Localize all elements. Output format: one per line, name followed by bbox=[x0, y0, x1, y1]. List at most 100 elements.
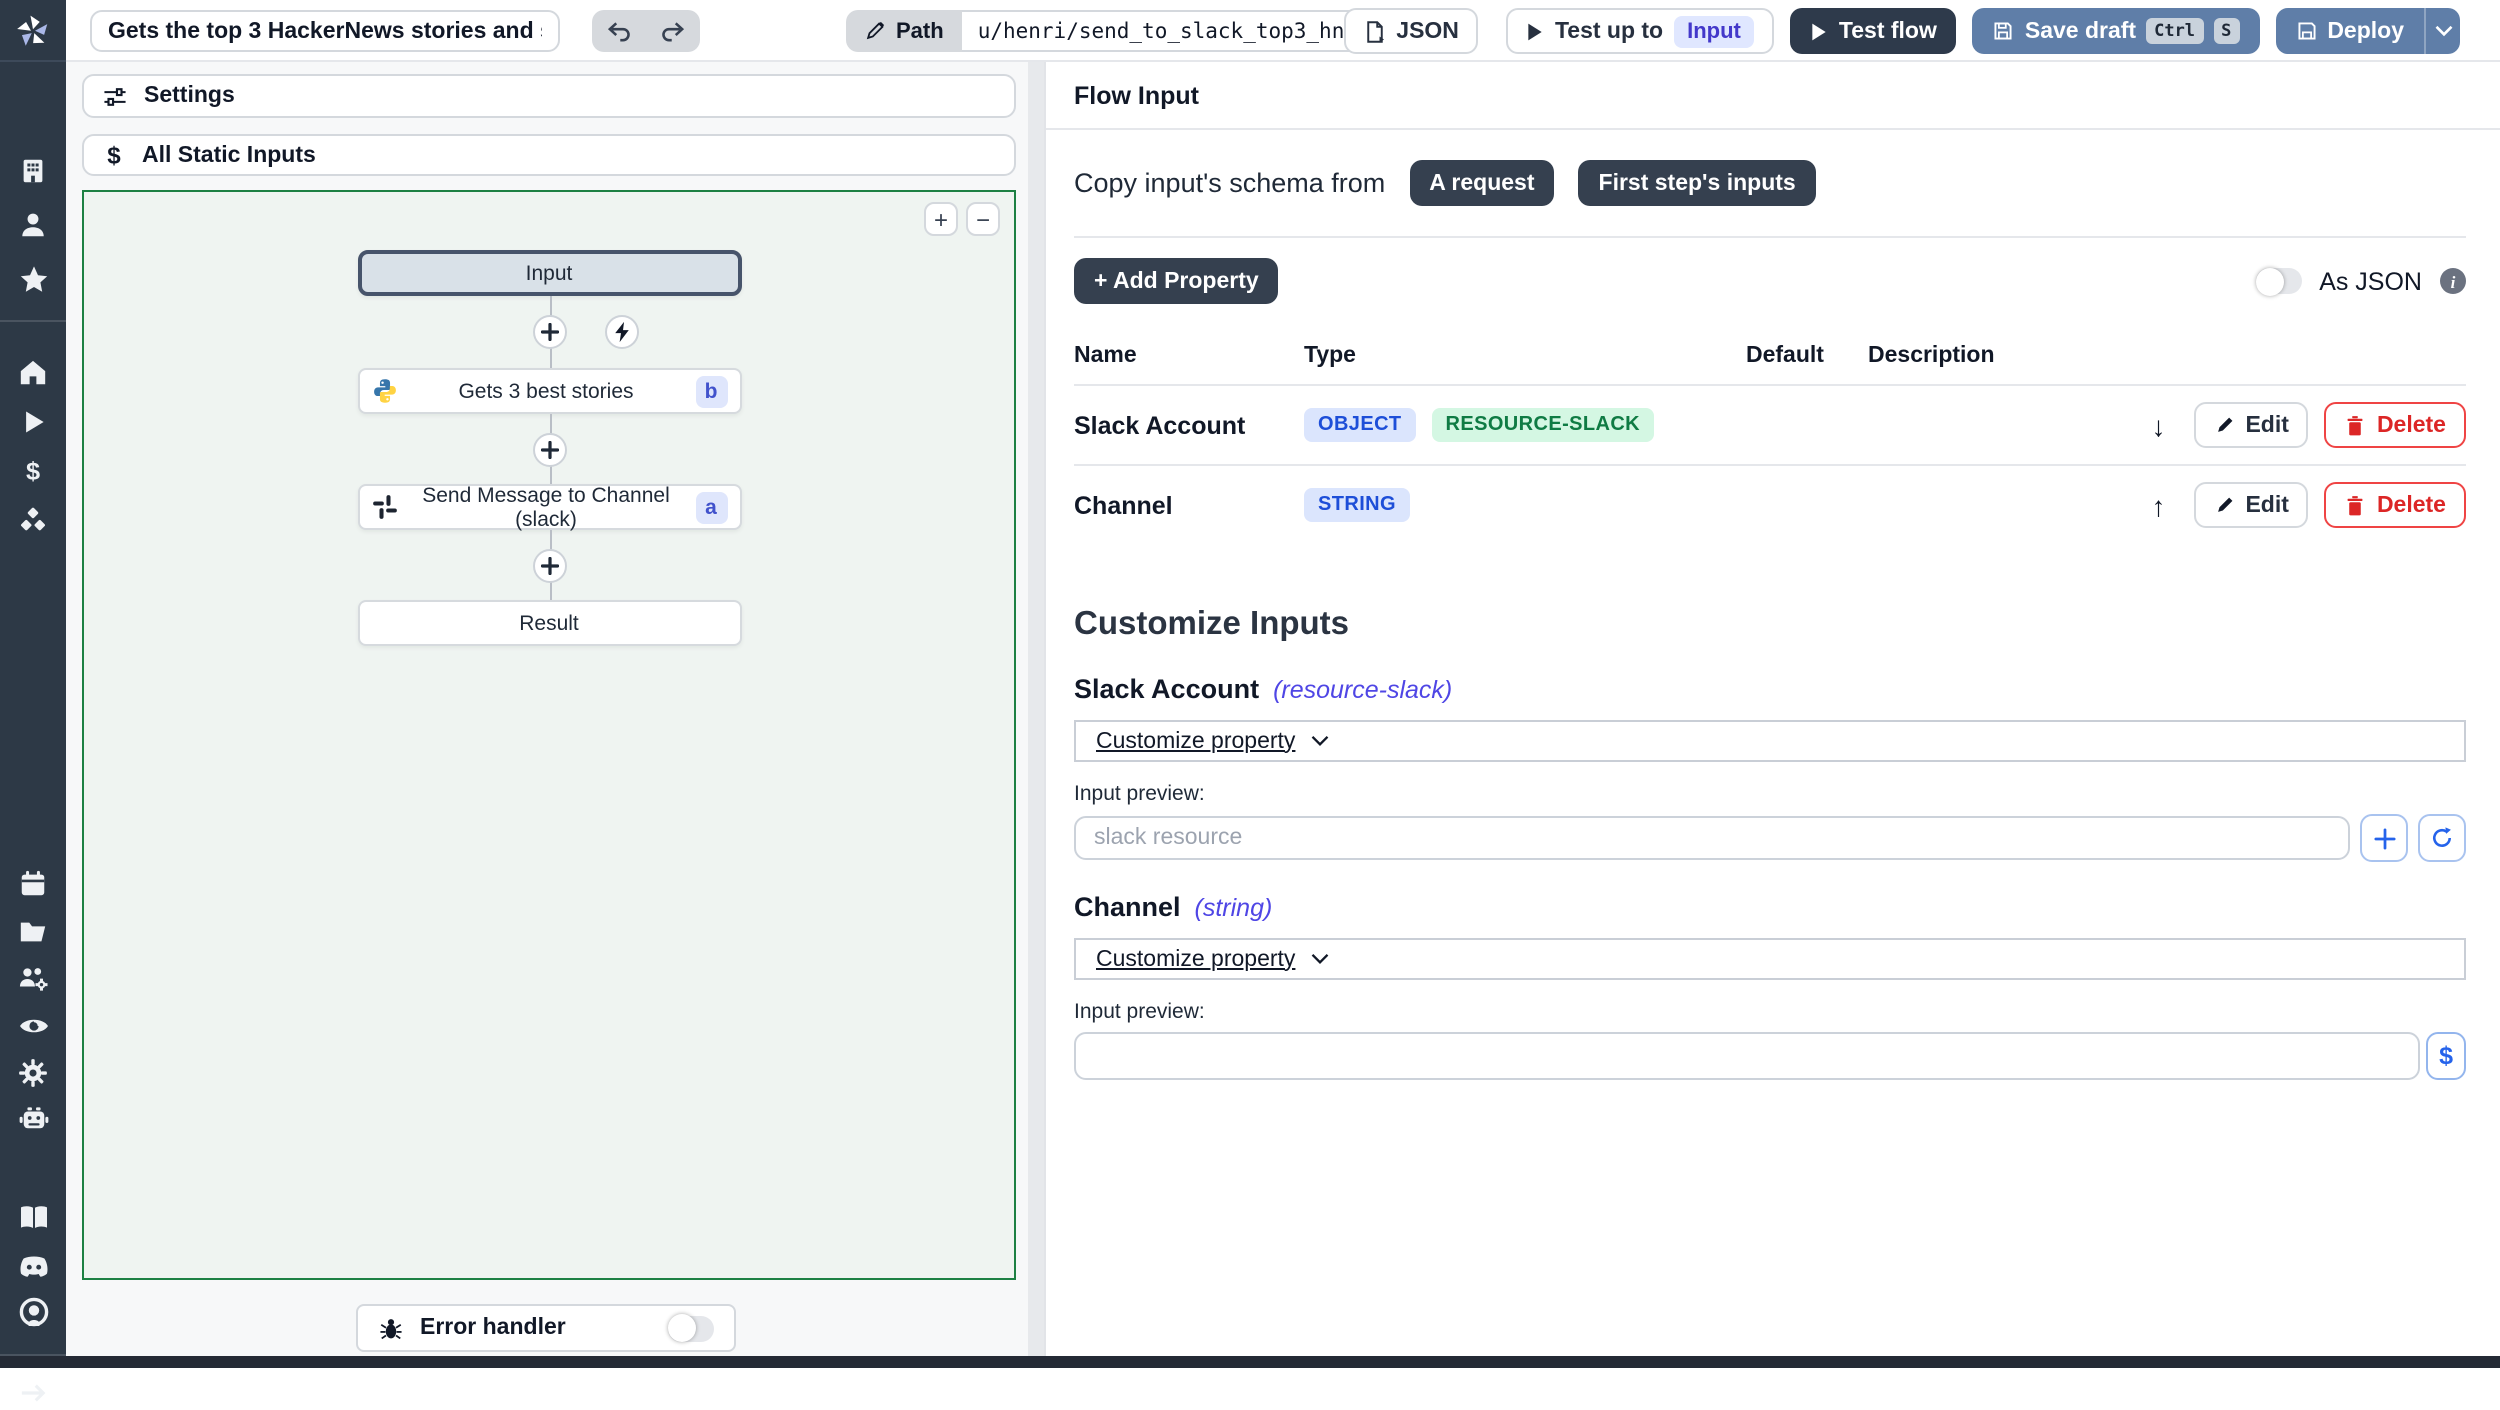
node-gets-3-best-stories[interactable]: Gets 3 best stories b bbox=[357, 368, 741, 414]
test-up-to-button[interactable]: Test up to Input bbox=[1506, 8, 1775, 54]
path-group: Path bbox=[846, 10, 1376, 52]
workers-icon bbox=[18, 967, 47, 990]
row-actions: ↑ Edit Delete bbox=[2151, 482, 2466, 528]
column-header-name: Name bbox=[1074, 344, 1137, 368]
windmill-logo[interactable] bbox=[0, 0, 66, 62]
windmill-flow-editor: Path JSON Test up to Input bbox=[0, 0, 2500, 1401]
error-handler-toggle[interactable] bbox=[668, 1314, 714, 1342]
info-icon[interactable]: i bbox=[2440, 268, 2466, 294]
plus-icon bbox=[2373, 827, 2395, 849]
sidebar-item-folders[interactable] bbox=[0, 912, 66, 948]
redo-button[interactable] bbox=[646, 10, 700, 52]
delete-property-button[interactable]: Delete bbox=[2324, 482, 2466, 528]
slack-resource-input[interactable] bbox=[1074, 816, 2350, 860]
move-up-button[interactable]: ↑ bbox=[2151, 489, 2165, 521]
add-property-button[interactable]: + Add Property bbox=[1074, 258, 1279, 304]
sidebar-item-docs[interactable] bbox=[0, 1200, 66, 1236]
sidebar-item-github[interactable] bbox=[0, 1294, 66, 1330]
github-icon bbox=[18, 1297, 48, 1327]
svg-text:$: $ bbox=[26, 456, 40, 484]
delete-property-button[interactable]: Delete bbox=[2324, 402, 2466, 448]
sidebar-expand-button[interactable] bbox=[0, 1374, 66, 1410]
node-send-message-to-channel[interactable]: Send Message to Channel (slack) a bbox=[357, 483, 741, 531]
delete-label: Delete bbox=[2376, 413, 2446, 437]
json-button[interactable]: JSON bbox=[1344, 8, 1479, 54]
edit-property-button[interactable]: Edit bbox=[2193, 402, 2309, 448]
node-label: Gets 3 best stories bbox=[458, 379, 634, 403]
node-input[interactable]: Input bbox=[357, 250, 741, 296]
zoom-out-button[interactable]: − bbox=[966, 202, 1000, 236]
node-id-badge: a bbox=[695, 491, 727, 523]
sidebar-item-home[interactable] bbox=[0, 354, 66, 390]
zoom-in-button[interactable]: + bbox=[924, 202, 958, 236]
plus-icon bbox=[540, 440, 558, 458]
move-down-button[interactable]: ↓ bbox=[2151, 409, 2165, 441]
section-name: Slack Account bbox=[1074, 674, 1260, 704]
toggle-knob bbox=[2255, 267, 2284, 295]
property-type: OBJECT RESOURCE-SLACK bbox=[1304, 408, 1746, 442]
sidebar-item-audit-logs[interactable] bbox=[0, 1008, 66, 1044]
error-handler[interactable]: Error handler bbox=[356, 1304, 736, 1352]
copy-from-first-step-button[interactable]: First step's inputs bbox=[1578, 160, 1816, 206]
save-draft-button[interactable]: Save draft Ctrl S bbox=[1972, 8, 2260, 54]
path-input[interactable] bbox=[961, 10, 1376, 52]
customize-property-dropdown[interactable]: Customize property bbox=[1074, 720, 2466, 762]
insert-variable-button[interactable]: $ bbox=[2426, 1032, 2466, 1080]
sidebar-item-settings[interactable] bbox=[0, 1054, 66, 1090]
deploy-button[interactable]: Deploy bbox=[2275, 8, 2424, 54]
sidebar-item-resources[interactable] bbox=[0, 502, 66, 538]
add-step-button[interactable] bbox=[532, 432, 566, 466]
test-flow-button[interactable]: Test flow bbox=[1790, 8, 1957, 54]
flow-settings-button[interactable]: Settings bbox=[82, 74, 1016, 118]
left-icon-sidebar: $ bbox=[0, 62, 66, 1401]
customize-property-dropdown[interactable]: Customize property bbox=[1074, 938, 2466, 980]
panel-content: Copy input's schema from A request First… bbox=[1074, 132, 2466, 1356]
property-name: Channel bbox=[1074, 491, 1173, 519]
deploy-more-button[interactable] bbox=[2424, 8, 2460, 54]
refresh-button[interactable] bbox=[2418, 814, 2466, 862]
test-flow-label: Test flow bbox=[1838, 19, 1937, 43]
sidebar-divider bbox=[0, 320, 66, 322]
save-icon bbox=[1995, 22, 2013, 40]
gear-icon bbox=[19, 1058, 47, 1086]
sidebar-item-favorites[interactable] bbox=[0, 262, 66, 298]
add-trigger-button[interactable] bbox=[604, 315, 638, 349]
table-row: Slack Account OBJECT RESOURCE-SLACK ↓ Ed… bbox=[1074, 384, 2466, 464]
flow-title-input[interactable] bbox=[90, 10, 560, 52]
sidebar-item-user[interactable] bbox=[0, 206, 66, 242]
copy-from-request-button[interactable]: A request bbox=[1409, 160, 1555, 206]
as-json-group: As JSON i bbox=[2255, 267, 2466, 295]
channel-input[interactable] bbox=[1074, 1032, 2420, 1080]
sidebar-item-variables[interactable]: $ bbox=[0, 452, 66, 488]
flow-input-panel: Flow Input Copy input's schema from A re… bbox=[1044, 62, 2500, 1356]
edit-property-button[interactable]: Edit bbox=[2193, 482, 2309, 528]
sidebar-item-workers[interactable] bbox=[0, 960, 66, 996]
sidebar-item-ai[interactable] bbox=[0, 1100, 66, 1136]
sidebar-item-workspace[interactable] bbox=[0, 152, 66, 188]
divider bbox=[1074, 236, 2466, 238]
as-json-toggle[interactable] bbox=[2255, 267, 2302, 295]
table-row: Channel STRING ↑ Edit Delete bbox=[1074, 464, 2466, 544]
add-step-button[interactable] bbox=[532, 548, 566, 582]
sidebar-item-runs[interactable] bbox=[0, 404, 66, 440]
node-label: Send Message to Channel (slack) bbox=[422, 483, 670, 531]
copy-schema-row: Copy input's schema from A request First… bbox=[1074, 160, 2466, 206]
pencil-icon bbox=[2217, 497, 2232, 512]
node-result[interactable]: Result bbox=[357, 600, 741, 646]
sidebar-item-discord[interactable] bbox=[0, 1248, 66, 1284]
column-header-type: Type bbox=[1304, 344, 1356, 368]
play-icon bbox=[1529, 22, 1543, 40]
dollar-icon: $ bbox=[26, 456, 40, 484]
json-button-label: JSON bbox=[1396, 19, 1459, 43]
path-badge[interactable]: Path bbox=[846, 10, 962, 52]
add-step-button[interactable] bbox=[532, 315, 566, 349]
undo-button[interactable] bbox=[592, 10, 646, 52]
sidebar-item-schedules[interactable] bbox=[0, 864, 66, 900]
add-resource-button[interactable] bbox=[2360, 814, 2408, 862]
connector bbox=[357, 530, 741, 600]
test-up-to-label: Test up to bbox=[1554, 19, 1664, 43]
flow-graph-canvas[interactable]: + − Input Gets 3 best stories b Send Mes… bbox=[82, 190, 1016, 1280]
all-static-inputs-button[interactable]: $ All Static Inputs bbox=[82, 134, 1016, 176]
panel-splitter[interactable] bbox=[1028, 62, 1044, 1356]
lightning-icon bbox=[614, 321, 628, 343]
